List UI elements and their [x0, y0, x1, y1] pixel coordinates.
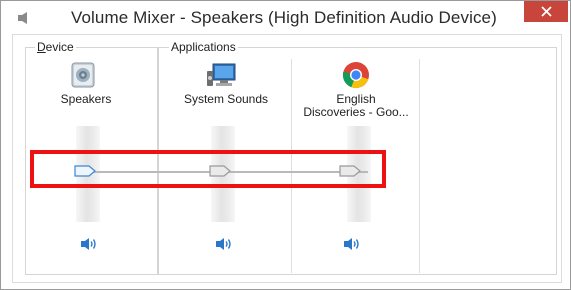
channel-name-system-sounds: System Sounds [183, 92, 269, 106]
chrome-mute-button[interactable] [343, 237, 363, 251]
chrome-icon [342, 62, 369, 88]
column-divider [419, 59, 420, 273]
channel-name-chrome-line2: Discoveries - Goo... [303, 105, 409, 119]
device-group-label: Device [35, 40, 76, 54]
system-sounds-volume-thumb[interactable] [209, 165, 231, 177]
volume-mixer-window: Volume Mixer - Speakers (High Definition… [0, 0, 571, 290]
title-bar: Volume Mixer - Speakers (High Definition… [1, 1, 570, 35]
chrome-volume-thumb[interactable] [339, 165, 361, 177]
volume-icon [18, 12, 27, 24]
column-divider [291, 59, 292, 273]
system-sounds-mute-button[interactable] [215, 237, 235, 251]
speaker-device-icon [71, 62, 95, 88]
channel-name-speakers: Speakers [60, 92, 112, 106]
speakers-mute-button[interactable] [80, 237, 100, 251]
window-title: Volume Mixer - Speakers (High Definition… [71, 8, 497, 27]
system-sounds-icon [207, 63, 236, 86]
speakers-volume-thumb[interactable] [74, 165, 96, 177]
close-icon [540, 6, 552, 17]
applications-group-label: Applications [169, 40, 238, 54]
close-button[interactable] [524, 1, 568, 22]
mixer-content: Device Applications Speakers System Soun… [12, 34, 562, 283]
